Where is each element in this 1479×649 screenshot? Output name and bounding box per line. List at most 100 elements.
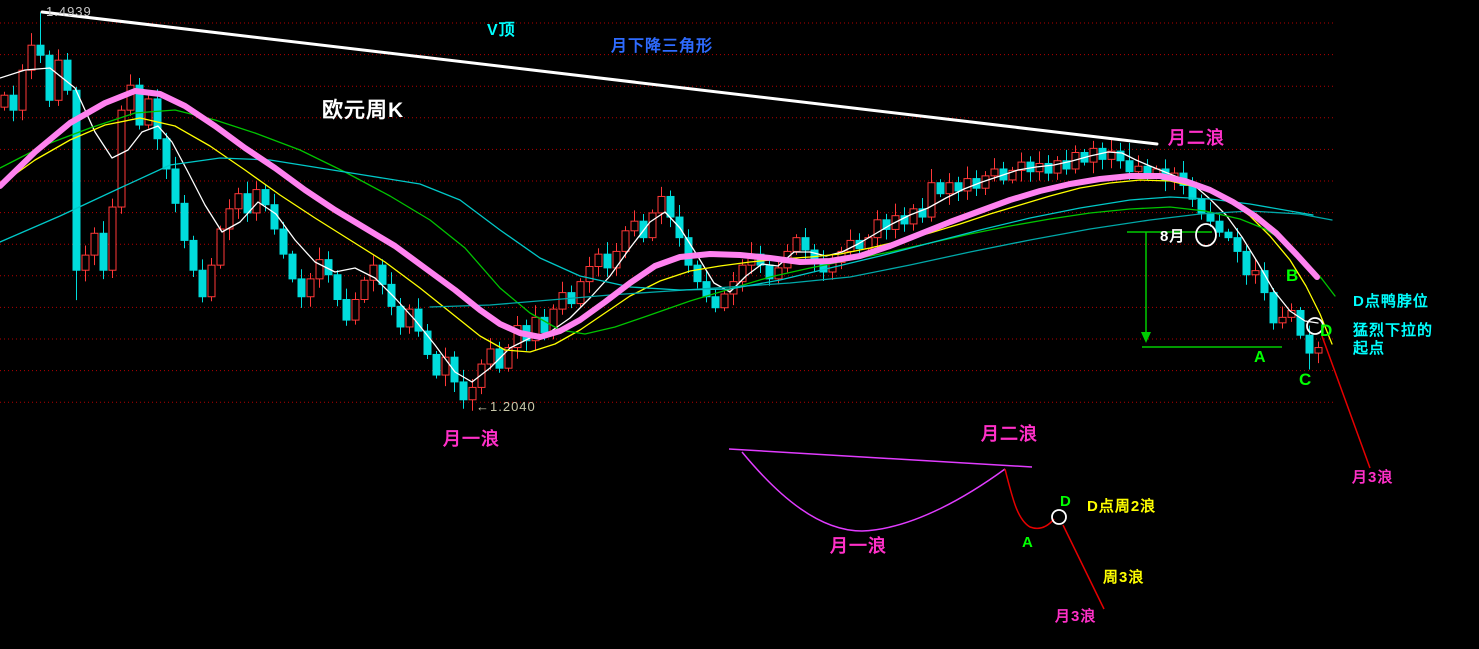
candle-up (774, 267, 783, 280)
candle-down (666, 195, 675, 218)
schematic-wave2-label: 月二浪 (981, 424, 1038, 444)
candle-down (603, 253, 612, 269)
candle-up (18, 69, 27, 111)
candle-down (288, 253, 297, 280)
schematic-wave3-line (1062, 524, 1105, 610)
candle-up (945, 182, 954, 195)
candle-down (1224, 231, 1233, 239)
week-wave3-label: 周3浪 (1103, 569, 1145, 586)
candle-up (558, 292, 567, 310)
candle-up (909, 208, 918, 225)
schematic-point-d-label: D (1060, 493, 1072, 510)
candle-down (432, 353, 441, 376)
candle-down (1269, 292, 1278, 324)
candle-up (1314, 347, 1323, 354)
candle-up (351, 298, 360, 321)
candle-down (180, 202, 189, 241)
ma-pink-thick (0, 88, 1320, 340)
candle-down (342, 298, 351, 321)
schematic-d-circle (1051, 509, 1067, 525)
candle-up (90, 232, 99, 256)
peak-price-label: 1.4939 (46, 4, 92, 19)
monthly-wave1-label: 月一浪 (443, 429, 500, 449)
candle-up (612, 250, 621, 269)
candle-down (45, 54, 54, 101)
chart-title: 欧元周K (322, 99, 405, 122)
pulldown-start-label-line2: 起点 (1353, 340, 1386, 357)
candle-down (459, 381, 468, 401)
candle-down (189, 239, 198, 271)
candle-down (1233, 237, 1242, 252)
candle-down (99, 232, 108, 271)
candle-up (360, 279, 369, 300)
kline-chart: 1.4939 V顶 月下降三角形 欧元周K 月二浪 8月 B A C D D点鸭脖位 猛烈下拉的 起点月… (0, 0, 1479, 649)
candle-down (63, 59, 72, 91)
candle-down (1242, 250, 1251, 276)
pulldown-start-label-line1: 猛烈下拉的 (1353, 322, 1434, 339)
candle-up (1278, 316, 1287, 324)
candle-up (657, 195, 666, 214)
schematic-wave1-label: 月一浪 (830, 536, 887, 556)
candle-down (396, 305, 405, 328)
schematic-point-a-label: A (1022, 534, 1034, 551)
candle-up (576, 281, 585, 305)
v-top-label: V顶 (487, 22, 516, 39)
candle-up (216, 228, 225, 266)
candle-up (1251, 270, 1260, 276)
candle-up (27, 44, 36, 71)
candle-down (378, 264, 387, 285)
candle-down (333, 274, 342, 300)
august-label: 8月 (1160, 228, 1186, 245)
candle-down (1305, 334, 1314, 354)
candle-up (594, 253, 603, 268)
candle-down (279, 228, 288, 255)
candle-up (873, 219, 882, 239)
candle-down (1206, 212, 1215, 222)
candlestick-canvas[interactable] (0, 0, 1479, 649)
descending-triangle-label: 月下降三角形 (611, 38, 714, 55)
candle-up (54, 59, 63, 101)
candle-down (36, 44, 45, 56)
candle-down (270, 204, 279, 230)
candle-down (801, 237, 810, 251)
schematic-d-week-wave2-label: D点周2浪 (1087, 498, 1157, 515)
candle-down (198, 269, 207, 298)
point-a-label: A (1254, 349, 1267, 366)
candle-up (108, 206, 117, 271)
schematic-wave1-curve (741, 451, 1006, 532)
candle-up (990, 168, 999, 177)
candle-up (621, 230, 630, 252)
candle-up (648, 212, 657, 239)
august-candle-circle (1195, 223, 1217, 247)
candle-up (468, 386, 477, 401)
candle-up (369, 264, 378, 281)
candle-down (936, 182, 945, 195)
point-d-label: D (1320, 321, 1334, 340)
candle-down (693, 264, 702, 283)
candle-up (927, 182, 936, 218)
candle-up (630, 220, 639, 232)
candle-down (1125, 160, 1134, 173)
candle-down (162, 138, 171, 170)
candle-down (954, 182, 963, 192)
candle-down (261, 189, 270, 206)
candle-down (9, 94, 18, 111)
point-c-label: C (1299, 370, 1313, 389)
low-price-label: ←1.2040 (476, 399, 536, 414)
candle-up (81, 254, 90, 271)
candle-up (306, 278, 315, 298)
candle-down (1296, 309, 1305, 336)
duck-neck-label: D点鸭脖位 (1353, 293, 1429, 310)
monthly-wave2-label: 月二浪 (1168, 128, 1225, 148)
candle-up (1134, 165, 1143, 173)
schematic-wave-a-curve (1004, 468, 1055, 530)
candle-up (0, 94, 9, 108)
candle-up (234, 193, 243, 210)
candle-up (1035, 162, 1044, 173)
candle-up (720, 293, 729, 309)
schematic-triangle-line (728, 448, 1033, 468)
monthly-wave3-label: 月3浪 (1352, 469, 1394, 486)
candle-up (1053, 160, 1062, 174)
schematic-monthly-wave3-label: 月3浪 (1055, 608, 1097, 625)
candle-up (585, 266, 594, 283)
